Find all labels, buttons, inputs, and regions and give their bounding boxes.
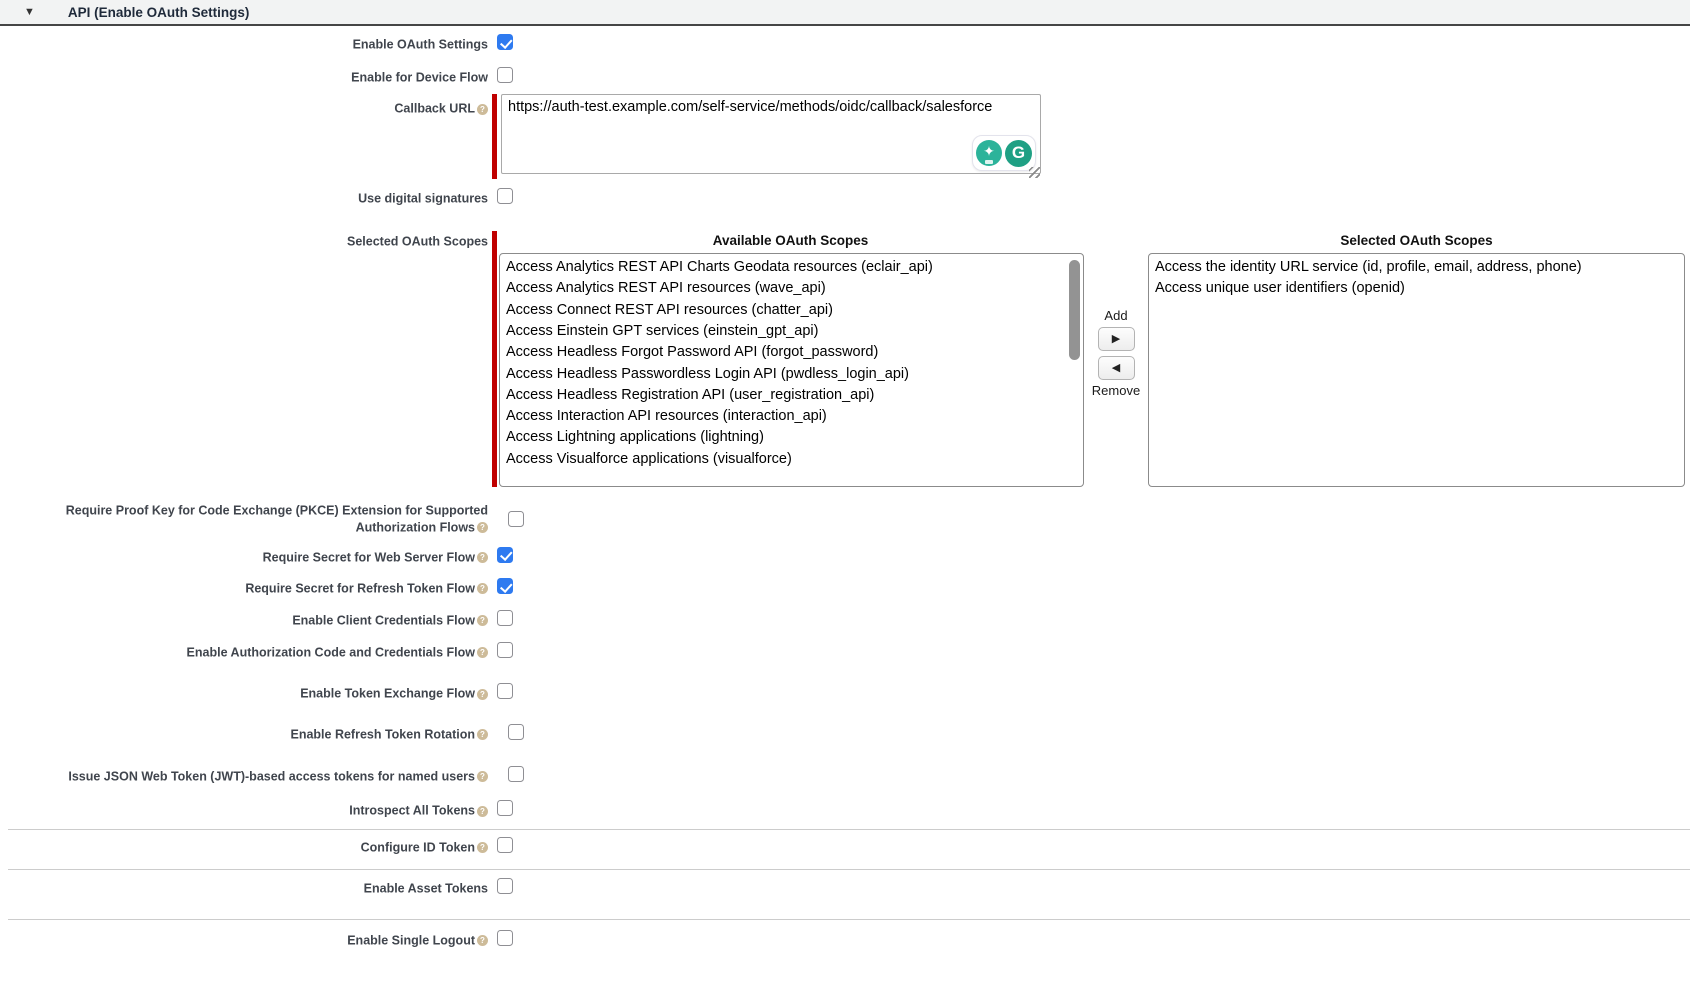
grammarly-icon[interactable]: G xyxy=(1005,140,1032,167)
enable-token-exchange-help-icon[interactable]: ? xyxy=(477,689,488,700)
list-item[interactable]: Access Analytics REST API resources (wav… xyxy=(500,278,1083,299)
textarea-resize-handle[interactable] xyxy=(1029,167,1040,178)
enable-device-flow-checkbox[interactable] xyxy=(497,67,513,83)
row-use-digital-signatures: Use digital signatures xyxy=(0,188,1690,207)
list-item[interactable]: Access Headless Registration API (user_r… xyxy=(500,385,1083,406)
section-title: API (Enable OAuth Settings) xyxy=(68,5,250,20)
row-enable-device-flow: Enable for Device Flow xyxy=(0,67,1690,86)
configure-id-token-help-icon[interactable]: ? xyxy=(477,842,488,853)
available-scopes-title: Available OAuth Scopes xyxy=(497,231,1084,253)
list-item[interactable]: Access Visualforce applications (visualf… xyxy=(500,449,1083,470)
list-item[interactable]: Access Interaction API resources (intera… xyxy=(500,406,1083,427)
require-pkce-checkbox[interactable] xyxy=(508,511,524,527)
row-oauth-scopes: Selected OAuth Scopes Available OAuth Sc… xyxy=(0,231,1690,487)
add-scope-button[interactable]: ▶ xyxy=(1098,327,1135,351)
enable-refresh-token-rotation-label: Enable Refresh Token Rotation xyxy=(290,728,475,742)
collapse-section-icon[interactable]: ▼ xyxy=(24,7,35,18)
row-configure-id-token: Configure ID Token? xyxy=(0,837,1690,856)
row-enable-auth-code-credentials: Enable Authorization Code and Credential… xyxy=(0,642,1690,661)
require-secret-refresh-token-checkbox[interactable] xyxy=(497,578,513,594)
selected-scopes-listbox[interactable]: Access the identity URL service (id, pro… xyxy=(1148,253,1685,487)
row-enable-client-credentials: Enable Client Credentials Flow? xyxy=(0,610,1690,629)
introspect-all-tokens-label: Introspect All Tokens xyxy=(349,804,475,818)
section-divider xyxy=(8,919,1690,920)
require-secret-web-server-help-icon[interactable]: ? xyxy=(477,552,488,563)
list-item[interactable]: Access Analytics REST API Charts Geodata… xyxy=(500,257,1083,278)
issue-jwt-tokens-checkbox[interactable] xyxy=(508,766,524,782)
row-require-secret-refresh-token: Require Secret for Refresh Token Flow? xyxy=(0,578,1690,597)
list-item[interactable]: Access Lightning applications (lightning… xyxy=(500,427,1083,448)
list-item[interactable]: Access unique user identifiers (openid) xyxy=(1149,278,1684,299)
enable-single-logout-checkbox[interactable] xyxy=(497,930,513,946)
enable-token-exchange-label: Enable Token Exchange Flow xyxy=(300,687,475,701)
row-enable-refresh-token-rotation: Enable Refresh Token Rotation? xyxy=(0,724,1690,743)
list-item[interactable]: Access the identity URL service (id, pro… xyxy=(1149,257,1684,278)
enable-single-logout-help-icon[interactable]: ? xyxy=(477,935,488,946)
section-divider xyxy=(8,829,1690,830)
row-enable-token-exchange: Enable Token Exchange Flow? xyxy=(0,683,1690,702)
configure-id-token-label: Configure ID Token xyxy=(361,841,475,855)
enable-auth-code-credentials-help-icon[interactable]: ? xyxy=(477,647,488,658)
enable-oauth-settings-label: Enable OAuth Settings xyxy=(353,38,488,52)
require-pkce-help-icon[interactable]: ? xyxy=(477,522,488,533)
row-callback-url: Callback URL? https://auth-test.example.… xyxy=(0,94,1690,179)
grammarly-widget: G xyxy=(972,135,1036,171)
required-field-bar xyxy=(492,94,497,179)
row-enable-single-logout: Enable Single Logout? xyxy=(0,930,1690,949)
enable-auth-code-credentials-label: Enable Authorization Code and Credential… xyxy=(187,645,475,659)
list-item[interactable]: Access Headless Passwordless Login API (… xyxy=(500,364,1083,385)
require-secret-refresh-token-label: Require Secret for Refresh Token Flow xyxy=(245,582,475,596)
enable-refresh-token-rotation-checkbox[interactable] xyxy=(508,724,524,740)
use-digital-signatures-checkbox[interactable] xyxy=(497,188,513,204)
list-item[interactable]: Access Headless Forgot Password API (for… xyxy=(500,342,1083,363)
scrollbar-thumb[interactable] xyxy=(1069,260,1080,360)
selected-oauth-scopes-label: Selected OAuth Scopes xyxy=(347,235,488,249)
enable-device-flow-label: Enable for Device Flow xyxy=(351,70,488,84)
use-digital-signatures-label: Use digital signatures xyxy=(358,192,488,206)
enable-client-credentials-checkbox[interactable] xyxy=(497,610,513,626)
add-label: Add xyxy=(1104,307,1127,324)
section-divider xyxy=(8,869,1690,870)
enable-client-credentials-help-icon[interactable]: ? xyxy=(477,615,488,626)
callback-url-label: Callback URL xyxy=(394,102,475,116)
remove-label: Remove xyxy=(1092,382,1140,399)
row-require-secret-web-server: Require Secret for Web Server Flow? xyxy=(0,547,1690,566)
oauth-settings-form: Enable OAuth Settings Enable for Device … xyxy=(0,26,1690,948)
require-secret-web-server-label: Require Secret for Web Server Flow xyxy=(263,550,475,564)
available-scopes-listbox[interactable]: Access Analytics REST API Charts Geodata… xyxy=(499,253,1084,487)
row-issue-jwt-tokens: Issue JSON Web Token (JWT)-based access … xyxy=(0,766,1690,785)
callback-url-input[interactable]: https://auth-test.example.com/self-servi… xyxy=(501,94,1041,174)
list-item[interactable]: Access Connect REST API resources (chatt… xyxy=(500,300,1083,321)
row-introspect-all-tokens: Introspect All Tokens? xyxy=(0,800,1690,819)
suggestion-lightbulb-icon[interactable] xyxy=(976,140,1002,166)
row-require-pkce: Require Proof Key for Code Exchange (PKC… xyxy=(0,502,1690,535)
list-item[interactable]: Access Einstein GPT services (einstein_g… xyxy=(500,321,1083,342)
enable-token-exchange-checkbox[interactable] xyxy=(497,683,513,699)
configure-id-token-checkbox[interactable] xyxy=(497,837,513,853)
section-header: ▼ API (Enable OAuth Settings) xyxy=(0,0,1690,26)
issue-jwt-tokens-label: Issue JSON Web Token (JWT)-based access … xyxy=(68,769,475,783)
remove-scope-button[interactable]: ◀ xyxy=(1098,356,1135,380)
introspect-all-tokens-checkbox[interactable] xyxy=(497,800,513,816)
enable-refresh-token-rotation-help-icon[interactable]: ? xyxy=(477,729,488,740)
issue-jwt-tokens-help-icon[interactable]: ? xyxy=(477,771,488,782)
enable-auth-code-credentials-checkbox[interactable] xyxy=(497,642,513,658)
require-secret-web-server-checkbox[interactable] xyxy=(497,547,513,563)
row-enable-oauth-settings: Enable OAuth Settings xyxy=(0,34,1690,53)
enable-client-credentials-label: Enable Client Credentials Flow xyxy=(292,614,475,628)
introspect-all-tokens-help-icon[interactable]: ? xyxy=(477,806,488,817)
row-enable-asset-tokens: Enable Asset Tokens xyxy=(0,878,1690,897)
enable-single-logout-label: Enable Single Logout xyxy=(347,933,475,947)
enable-oauth-settings-checkbox[interactable] xyxy=(497,34,513,50)
enable-asset-tokens-label: Enable Asset Tokens xyxy=(364,882,488,896)
enable-asset-tokens-checkbox[interactable] xyxy=(497,878,513,894)
selected-scopes-title: Selected OAuth Scopes xyxy=(1148,231,1685,253)
callback-url-help-icon[interactable]: ? xyxy=(477,104,488,115)
require-pkce-label: Require Proof Key for Code Exchange (PKC… xyxy=(66,504,488,535)
require-secret-refresh-token-help-icon[interactable]: ? xyxy=(477,583,488,594)
